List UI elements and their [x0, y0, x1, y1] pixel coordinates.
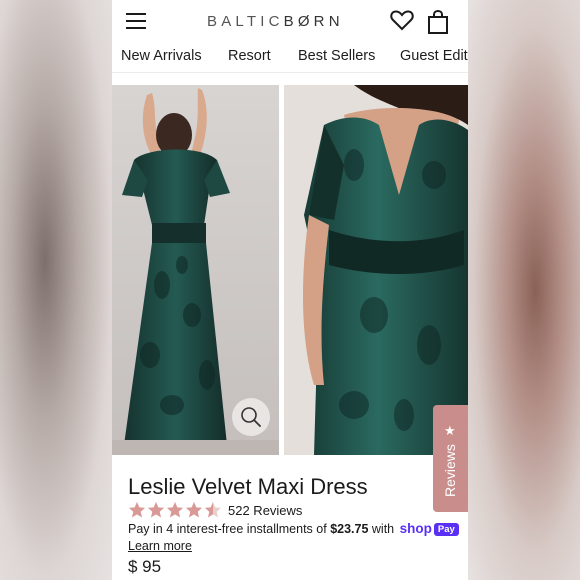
brand-logo[interactable]: BALTICBØRN	[207, 13, 344, 30]
star-icon	[205, 502, 221, 518]
product-image-back[interactable]	[112, 85, 279, 455]
background-blur-left	[0, 0, 112, 580]
nav-item-guest-edit[interactable]: Guest Edit	[400, 48, 468, 64]
product-title: Leslie Velvet Maxi Dress	[128, 474, 368, 499]
reviews-tab-label: Reviews	[442, 444, 458, 497]
star-icon	[129, 502, 145, 518]
product-price: $ 95	[128, 557, 162, 576]
category-nav: New Arrivals Resort Best Sellers Guest E…	[112, 44, 468, 73]
nav-item-resort[interactable]: Resort	[228, 48, 271, 64]
product-image-front[interactable]	[284, 85, 468, 455]
product-page: BALTICBØRN New Arrivals Resort Best Sell…	[112, 0, 468, 580]
dress-front-view-illustration	[284, 85, 468, 455]
installments-suffix: with	[368, 522, 398, 536]
star-icon: ★	[444, 423, 456, 438]
star-icon	[186, 502, 202, 518]
shop-pay-logo: shop	[399, 521, 432, 536]
nav-item-best-sellers[interactable]: Best Sellers	[298, 48, 375, 64]
brand-logo-prefix: BALTIC	[207, 13, 284, 30]
installments-prefix: Pay in 4 interest-free installments of	[128, 522, 331, 536]
zoom-button[interactable]	[232, 398, 270, 436]
site-header: BALTICBØRN	[112, 0, 468, 42]
rating-stars[interactable]	[128, 501, 223, 519]
review-count[interactable]: 522 Reviews	[228, 503, 302, 518]
learn-more-link[interactable]: Learn more	[128, 539, 192, 553]
shopping-bag-icon[interactable]	[427, 10, 449, 34]
magnifier-icon	[241, 407, 261, 427]
brand-logo-suffix: BØRN	[283, 13, 344, 30]
star-icon	[167, 502, 183, 518]
star-icon	[148, 502, 164, 518]
installments-message: Pay in 4 interest-free installments of $…	[128, 521, 459, 536]
heart-icon[interactable]	[390, 9, 414, 31]
shop-pay-badge: Pay	[433, 523, 459, 536]
reviews-tab[interactable]: ★ Reviews	[433, 405, 468, 512]
hamburger-menu-icon[interactable]	[126, 13, 146, 29]
nav-item-new-arrivals[interactable]: New Arrivals	[121, 48, 202, 64]
installment-amount: $23.75	[330, 522, 369, 536]
background-blur-right	[468, 0, 580, 580]
